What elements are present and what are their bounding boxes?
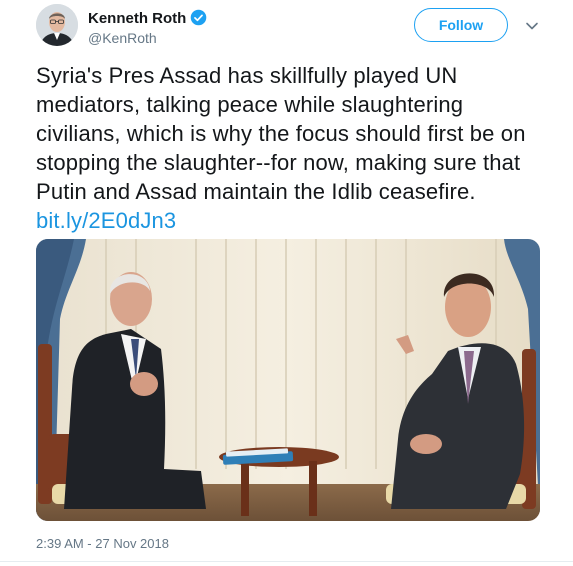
chevron-down-icon[interactable] bbox=[524, 18, 540, 34]
user-handle[interactable]: @KenRoth bbox=[88, 30, 157, 46]
tweet-body: Syria's Pres Assad has skillfully played… bbox=[36, 63, 526, 204]
follow-button[interactable]: Follow bbox=[414, 8, 508, 42]
avatar[interactable] bbox=[36, 4, 78, 46]
display-name[interactable]: Kenneth Roth bbox=[88, 10, 186, 27]
display-name-row[interactable]: Kenneth Roth bbox=[88, 9, 207, 27]
divider bbox=[0, 561, 573, 562]
tweet-link[interactable]: bit.ly/2E0dJn3 bbox=[36, 208, 176, 233]
tweet-photo[interactable] bbox=[36, 239, 540, 521]
tweet: Kenneth Roth @KenRoth Follow Syria's Pre… bbox=[0, 0, 573, 566]
tweet-header: Kenneth Roth @KenRoth Follow bbox=[36, 4, 546, 48]
tweet-text: Syria's Pres Assad has skillfully played… bbox=[36, 61, 541, 235]
tweet-timestamp[interactable]: 2:39 AM - 27 Nov 2018 bbox=[36, 536, 169, 551]
verified-badge-icon bbox=[191, 9, 207, 26]
